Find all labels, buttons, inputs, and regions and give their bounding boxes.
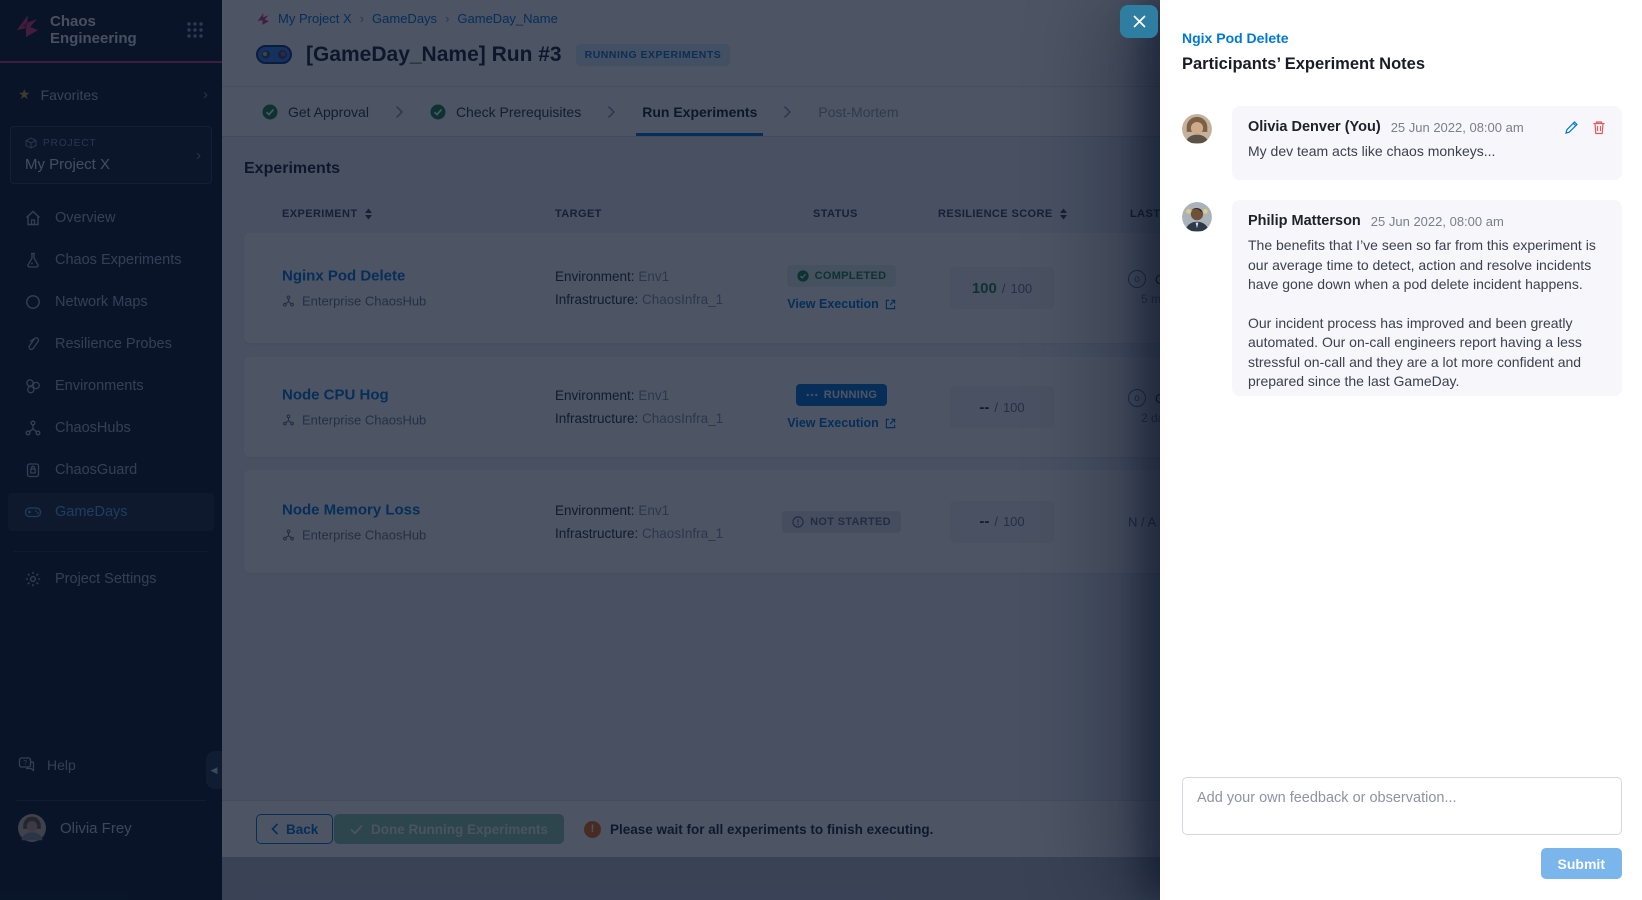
- experiment-notes-drawer: Ngix Pod Delete Participants’ Experiment…: [1160, 0, 1642, 900]
- submit-feedback-button[interactable]: Submit: [1541, 848, 1622, 879]
- comment-text: My dev team acts like chaos monkeys...: [1248, 142, 1606, 162]
- comment-timestamp: 25 Jun 2022, 08:00 am: [1371, 214, 1504, 229]
- delete-trash-icon[interactable]: [1592, 120, 1606, 135]
- comment-author: Philip Matterson: [1248, 213, 1361, 229]
- feedback-input[interactable]: [1182, 777, 1622, 835]
- comment-card: Philip Matterson 25 Jun 2022, 08:00 am T…: [1232, 200, 1622, 396]
- comment-card: Olivia Denver (You) 25 Jun 2022, 08:00 a…: [1232, 106, 1622, 180]
- commenter-avatar: [1182, 202, 1212, 232]
- comment-timestamp: 25 Jun 2022, 08:00 am: [1391, 120, 1524, 135]
- comment-author: Olivia Denver (You): [1248, 119, 1381, 135]
- close-drawer-button[interactable]: [1120, 5, 1158, 38]
- edit-pencil-icon[interactable]: [1564, 120, 1579, 135]
- close-icon: [1132, 14, 1147, 29]
- commenter-avatar: [1182, 114, 1212, 144]
- comment-text: The benefits that I’ve seen so far from …: [1248, 236, 1606, 392]
- drawer-experiment-link[interactable]: Ngix Pod Delete: [1182, 30, 1289, 46]
- app-window: Chaos Engineering ★ Favorites › PROJECT …: [0, 0, 1642, 900]
- drawer-title: Participants’ Experiment Notes: [1182, 55, 1425, 74]
- modal-dim-overlay[interactable]: [0, 0, 1160, 900]
